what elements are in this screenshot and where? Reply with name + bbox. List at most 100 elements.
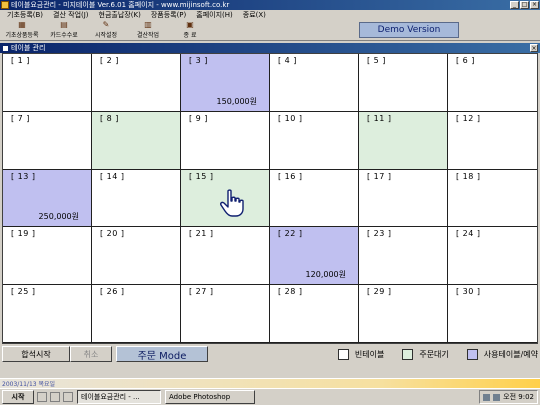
tools-icon: ✎ <box>102 20 110 29</box>
table-number: [ 8 ] <box>100 113 119 123</box>
inner-window-titlebar[interactable]: 테이블 관리 × <box>0 43 540 53</box>
table-cell[interactable]: [ 19 ] <box>3 227 92 286</box>
table-cell[interactable]: [ 24 ] <box>448 227 537 286</box>
cancel-button[interactable]: 취소 <box>70 346 112 362</box>
quicklaunch-media-icon[interactable] <box>63 392 73 402</box>
table-number: [ 7 ] <box>11 113 30 123</box>
tool-basic-product[interactable]: ▦ 기초상품등록 <box>2 20 42 40</box>
legend-label: 주문대기 <box>419 349 449 359</box>
quicklaunch-desktop-icon[interactable] <box>37 392 47 402</box>
table-number: [ 19 ] <box>11 229 36 239</box>
table-cell[interactable]: [ 10 ] <box>270 111 359 170</box>
maximize-button[interactable]: □ <box>520 1 529 9</box>
legend-swatch-use <box>466 348 478 360</box>
inner-window-title: 테이블 관리 <box>11 44 46 52</box>
minimize-button[interactable]: _ <box>510 1 519 9</box>
table-cell[interactable]: [ 2 ] <box>92 54 181 112</box>
exit-icon: ▣ <box>186 20 194 29</box>
table-cell[interactable]: [ 4 ] <box>270 54 359 112</box>
demo-version-badge: Demo Version <box>359 22 459 38</box>
tool-label: 카드수수료 <box>50 32 78 39</box>
volume-icon[interactable] <box>483 393 491 401</box>
table-cell[interactable]: [ 15 ] <box>181 169 270 228</box>
tool-settlement[interactable]: ▥ 결산작업 <box>128 20 168 40</box>
box-icon: ▦ <box>18 20 26 29</box>
table-cell[interactable]: [ 12 ] <box>448 111 537 170</box>
table-number: [ 9 ] <box>189 113 208 123</box>
table-cell[interactable]: [ 1 ] <box>3 54 92 112</box>
table-cell[interactable]: [ 11 ] <box>359 111 448 170</box>
table-cell[interactable]: [ 6 ] <box>448 54 537 112</box>
table-cell[interactable]: [ 28 ] <box>270 285 359 343</box>
table-cell[interactable]: [ 30 ] <box>448 285 537 343</box>
table-number: [ 29 ] <box>367 287 392 297</box>
window-titlebar[interactable]: 테이블요금관리 - 미지테이블 Ver.6.01 홈페이지 - www.miji… <box>0 0 540 10</box>
legend-swatch-order <box>402 348 414 360</box>
table-number: [ 16 ] <box>278 171 303 181</box>
table-cell[interactable]: [ 20 ] <box>92 227 181 286</box>
table-number: [ 12 ] <box>456 113 481 123</box>
tool-label: 시작설정 <box>94 32 118 39</box>
window-title: 테이블요금관리 - 미지테이블 Ver.6.01 홈페이지 - www.miji… <box>11 1 230 9</box>
legend-in-use: 사용테이블/예약 <box>466 348 538 360</box>
table-cell[interactable]: [ 23 ] <box>359 227 448 286</box>
table-cell[interactable]: [ 21 ] <box>181 227 270 286</box>
table-cell[interactable]: [ 29 ] <box>359 285 448 343</box>
task-table-manager[interactable]: 테이블요금관리 - ... <box>77 390 161 404</box>
table-number: [ 10 ] <box>278 113 303 123</box>
status-date: 2003/11/13 목요일 <box>2 381 56 388</box>
tool-label: 결산작업 <box>136 32 160 39</box>
menu-bar: 기초등록(B) 결산 작업(J) 현금출납장(K) 장품등록(P) 홈페이지(H… <box>0 10 540 20</box>
menu-cashbook[interactable]: 현금출납장(K) <box>94 10 146 20</box>
table-cell[interactable]: [ 13 ] 250,000원 <box>3 169 92 228</box>
table-cell[interactable]: [ 14 ] <box>92 169 181 228</box>
tool-start-settings[interactable]: ✎ 시작설정 <box>86 20 126 40</box>
tool-label: 기초상품등록 <box>5 32 39 39</box>
table-number: [ 5 ] <box>367 56 386 65</box>
menu-exit[interactable]: 종료(X) <box>238 10 271 20</box>
table-number: [ 27 ] <box>189 287 214 297</box>
quicklaunch-browser-icon[interactable] <box>50 392 60 402</box>
table-amount: 120,000원 <box>305 270 346 280</box>
table-cell[interactable]: [ 7 ] <box>3 111 92 170</box>
task-photoshop[interactable]: Adobe Photoshop <box>165 390 255 404</box>
tool-card-fee[interactable]: ▤ 카드수수료 <box>44 20 84 40</box>
table-number: [ 22 ] <box>278 229 303 239</box>
legend-empty: 빈테이블 <box>337 348 384 360</box>
menu-settlement[interactable]: 결산 작업(J) <box>48 10 94 20</box>
network-icon[interactable] <box>493 393 501 401</box>
table-number: [ 25 ] <box>11 287 36 297</box>
table-number: [ 18 ] <box>456 171 481 181</box>
start-merge-button[interactable]: 합석시작 <box>2 346 70 362</box>
table-cell[interactable]: [ 18 ] <box>448 169 537 228</box>
start-button[interactable]: 시작 <box>2 390 34 404</box>
table-cell[interactable]: [ 26 ] <box>92 285 181 343</box>
table-number: [ 4 ] <box>278 56 297 65</box>
close-button[interactable]: × <box>530 1 539 9</box>
table-cell[interactable]: [ 8 ] <box>92 111 181 170</box>
table-number: [ 2 ] <box>100 56 119 65</box>
table-cell[interactable]: [ 22 ] 120,000원 <box>270 227 359 286</box>
table-window-icon <box>2 44 9 52</box>
inner-close-button[interactable]: × <box>530 44 538 52</box>
table-cell[interactable]: [ 5 ] <box>359 54 448 112</box>
system-tray: 오전 9:02 <box>479 390 538 404</box>
table-cell[interactable]: [ 16 ] <box>270 169 359 228</box>
tool-exit[interactable]: ▣ 종 료 <box>170 20 210 40</box>
menu-homepage[interactable]: 홈페이지(H) <box>191 10 238 20</box>
bottom-controls: 합석시작 취소 주문 Mode 빈테이블 주문대기 사용테이블/예약 <box>2 345 538 363</box>
table-cell[interactable]: [ 17 ] <box>359 169 448 228</box>
table-cell[interactable]: [ 3 ] 150,000원 <box>181 54 270 112</box>
table-number: [ 24 ] <box>456 229 481 239</box>
tool-label: 종 료 <box>183 32 197 39</box>
table-number: [ 1 ] <box>11 56 30 65</box>
table-number: [ 17 ] <box>367 171 392 181</box>
table-number: [ 6 ] <box>456 56 475 65</box>
table-cell[interactable]: [ 27 ] <box>181 285 270 343</box>
table-cell[interactable]: [ 9 ] <box>181 111 270 170</box>
order-mode-button[interactable]: 주문 Mode <box>116 346 208 362</box>
menu-basic-registration[interactable]: 기초등록(B) <box>2 10 48 20</box>
menu-product-registration[interactable]: 장품등록(P) <box>146 10 191 20</box>
table-cell[interactable]: [ 25 ] <box>3 285 92 343</box>
table-number: [ 3 ] <box>189 56 208 65</box>
